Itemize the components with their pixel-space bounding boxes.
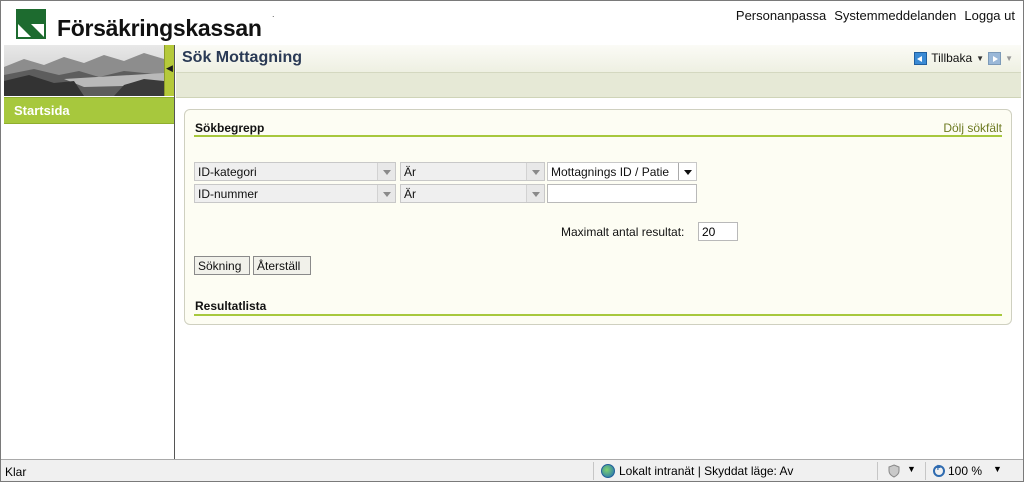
hide-search-link[interactable]: Dölj sökfält: [943, 121, 1002, 135]
status-text: Klar: [5, 465, 27, 479]
chevron-down-icon: [377, 163, 395, 180]
back-controls: Tillbaka ▼ ▼: [914, 51, 1013, 65]
link-systemmeddelanden[interactable]: Systemmeddelanden: [834, 8, 956, 23]
forsakringskassan-logo-icon: [16, 9, 46, 39]
page-titlebar: Sök Mottagning Tillbaka ▼ ▼: [176, 45, 1021, 73]
app-header: Försäkringskassan . Personanpassa System…: [1, 1, 1023, 45]
link-logga-ut[interactable]: Logga ut: [964, 8, 1015, 23]
intranet-globe-icon: [601, 464, 615, 478]
landscape-banner-image: [4, 45, 164, 96]
max-results-label: Maximalt antal resultat:: [561, 225, 685, 239]
reset-button[interactable]: Återställ: [253, 256, 311, 275]
back-arrow-icon[interactable]: [914, 51, 928, 65]
field-select-1[interactable]: ID-kategori: [194, 162, 396, 181]
results-section-title: Resultatlista: [195, 299, 267, 313]
page-title: Sök Mottagning: [182, 49, 302, 66]
nav-item-startsida[interactable]: Startsida: [4, 97, 174, 124]
security-zone[interactable]: Lokalt intranät | Skyddat läge: Av: [601, 464, 793, 478]
security-shield-icon[interactable]: [887, 464, 901, 478]
brand-name: Försäkringskassan: [57, 15, 262, 41]
zoom-icon: [933, 463, 945, 477]
security-zone-text: Lokalt intranät | Skyddat läge: Av: [619, 464, 794, 478]
field-select-2[interactable]: ID-nummer: [194, 184, 396, 203]
collapse-sidebar-button[interactable]: ◀: [164, 45, 174, 96]
back-button[interactable]: Tillbaka: [931, 51, 972, 65]
max-results-input[interactable]: 20: [698, 222, 738, 241]
field-select-2-value: ID-nummer: [198, 187, 259, 201]
chevron-down-icon: [678, 163, 696, 180]
value-select-1[interactable]: Mottagnings ID / Patie: [547, 162, 697, 181]
search-section-header: Sökbegrepp Dölj sökfält: [194, 121, 1002, 137]
sub-toolbar: [176, 73, 1021, 98]
left-sidebar: ◀ Startsida: [4, 45, 175, 459]
operator-select-2-value: Är: [404, 187, 416, 201]
zoom-control[interactable]: 100 %: [933, 463, 983, 478]
status-divider: [877, 462, 878, 480]
results-section-header: Resultatlista: [194, 299, 1002, 316]
forward-arrow-icon[interactable]: [988, 51, 1002, 65]
zoom-dropdown-icon[interactable]: ▼: [993, 464, 1002, 474]
status-divider: [925, 462, 926, 480]
chevron-down-icon: [377, 185, 395, 202]
status-divider: [593, 462, 594, 480]
search-panel: Sökbegrepp Dölj sökfält ID-kategori Är M…: [184, 109, 1012, 325]
id-number-input[interactable]: [547, 184, 697, 203]
operator-select-2[interactable]: Är: [400, 184, 545, 203]
field-select-1-value: ID-kategori: [198, 165, 257, 179]
chevron-down-icon: [526, 185, 544, 202]
operator-select-1-value: Är: [404, 165, 416, 179]
zoom-level: 100 %: [948, 464, 983, 478]
header-dot: .: [272, 9, 275, 19]
value-select-1-value: Mottagnings ID / Patie: [551, 165, 670, 179]
chevron-down-icon: [526, 163, 544, 180]
forward-dropdown-icon[interactable]: ▼: [1005, 54, 1013, 63]
search-section-title: Sökbegrepp: [195, 121, 265, 135]
back-dropdown-icon[interactable]: ▼: [976, 54, 984, 63]
link-personanpassa[interactable]: Personanpassa: [736, 8, 826, 23]
browser-window: Försäkringskassan . Personanpassa System…: [0, 0, 1024, 482]
top-links: Personanpassa Systemmeddelanden Logga ut: [736, 8, 1015, 23]
status-bar: Klar Lokalt intranät | Skyddat läge: Av …: [1, 459, 1023, 481]
shield-dropdown-icon[interactable]: ▼: [907, 464, 916, 474]
operator-select-1[interactable]: Är: [400, 162, 545, 181]
search-button[interactable]: Sökning: [194, 256, 250, 275]
collapse-arrow-icon: ◀: [166, 63, 173, 73]
